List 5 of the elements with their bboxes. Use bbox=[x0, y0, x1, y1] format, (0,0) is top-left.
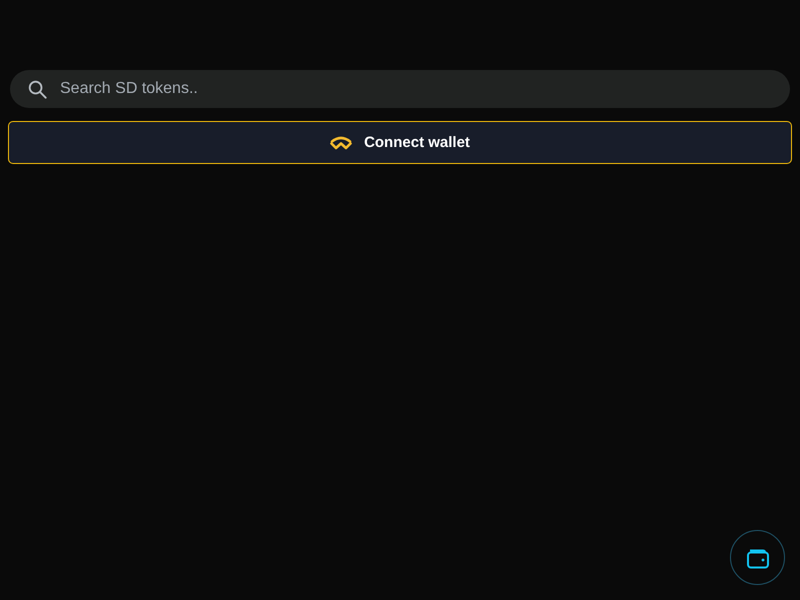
search-icon bbox=[28, 80, 47, 98]
connect-wallet-button[interactable]: Connect wallet bbox=[8, 121, 792, 164]
search-field[interactable]: Search SD tokens.. bbox=[10, 70, 790, 108]
wallet-icon bbox=[746, 546, 770, 568]
wave-logo-icon bbox=[330, 136, 352, 150]
